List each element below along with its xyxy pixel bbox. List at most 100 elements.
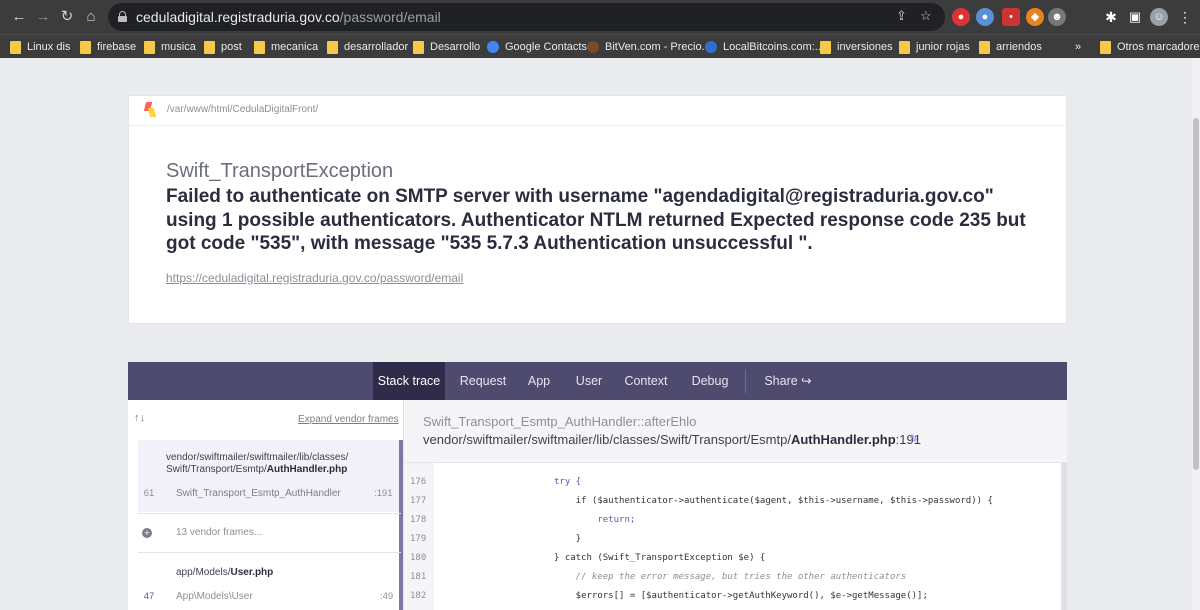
url-path: /password/email (339, 9, 441, 25)
request-url-link[interactable]: https://ceduladigital.registraduria.gov.… (166, 271, 463, 285)
line-number[interactable]: 181 (410, 572, 426, 582)
ignition-logo-icon (143, 102, 157, 118)
address-bar[interactable]: ceduladigital.registraduria.gov.co/passw… (108, 3, 945, 31)
folder-icon (254, 40, 265, 54)
code-line: } catch (Swift_TransportException $e) { (554, 553, 766, 563)
extensions-puzzle-icon[interactable]: ✱ (1102, 8, 1120, 26)
folder-icon (899, 40, 910, 54)
frame-divider (138, 513, 401, 514)
folder-icon (979, 40, 990, 54)
code-snippet: 176 177 178 179 180 181 182 try { if ($a… (404, 462, 1067, 610)
bookmark-item[interactable]: mecanica (254, 38, 318, 56)
forward-icon[interactable]: → (32, 6, 54, 28)
folder-icon (413, 40, 424, 54)
folder-icon (80, 40, 91, 54)
project-path: /var/www/html/CedulaDigitalFront/ (167, 104, 319, 115)
exception-message: Failed to authenticate on SMTP server wi… (166, 186, 1026, 254)
metamask-icon[interactable]: ◆ (1026, 8, 1044, 26)
url-text[interactable]: ceduladigital.registraduria.gov.co/passw… (136, 9, 441, 25)
profile-avatar[interactable]: ☺ (1150, 8, 1168, 26)
bookmark-item[interactable]: Otros marcadores (1100, 38, 1200, 56)
bookmark-item[interactable]: Linux dis (10, 38, 70, 56)
bookmarks-overflow[interactable]: » (1075, 38, 1081, 56)
line-number[interactable]: 177 (410, 496, 426, 506)
folder-icon (10, 40, 21, 54)
exception-header-card: /var/www/html/CedulaDigitalFront/ Swift_… (128, 95, 1067, 324)
share-page-icon[interactable]: ⇪ (896, 8, 907, 24)
tab-share[interactable]: Share ↪ (758, 362, 818, 400)
tab-stack-trace[interactable]: Stack trace (373, 362, 445, 400)
folder-icon (327, 40, 338, 54)
scrollbar-thumb[interactable] (1193, 118, 1199, 470)
selected-frame-indicator (399, 440, 403, 610)
code-line: if ($authenticator->authenticate($agent,… (554, 496, 993, 506)
frame-number: 47 (143, 591, 155, 602)
line-number[interactable]: 178 (410, 515, 426, 525)
extension-cat-icon[interactable]: ☻ (1048, 8, 1066, 26)
menu-kebab-icon[interactable]: ⋮ (1176, 8, 1194, 26)
bookmark-item[interactable]: Desarrollo (413, 38, 480, 56)
stack-frames-panel: ↑↓ Expand vendor frames vendor/swiftmail… (128, 400, 404, 610)
line-number[interactable]: 180 (410, 553, 426, 563)
expand-plus-icon[interactable]: + (142, 528, 152, 538)
tab-app[interactable]: App (521, 362, 557, 400)
code-class-method: Swift_Transport_Esmtp_AuthHandler::after… (423, 414, 697, 429)
bookmark-item[interactable]: inversiones (820, 38, 893, 56)
google-contacts-icon (487, 41, 499, 53)
bookmark-item[interactable]: desarrollador (327, 38, 408, 56)
home-icon[interactable]: ⌂ (80, 6, 102, 28)
bookmark-item[interactable]: firebase (80, 38, 136, 56)
edit-pencil-icon[interactable]: ✎ (909, 432, 919, 446)
bookmark-star-icon[interactable]: ☆ (920, 8, 932, 24)
code-line: try { (554, 477, 582, 487)
bookmark-item[interactable]: Google Contacts (487, 38, 587, 56)
browser-toolbar: ← → ↻ ⌂ ceduladigital.registraduria.gov.… (0, 0, 1200, 34)
vendor-frames-toggle[interactable]: 13 vendor frames... (176, 527, 262, 538)
code-scrollbar[interactable] (1061, 463, 1067, 610)
tab-request[interactable]: Request (453, 362, 513, 400)
sidepanel-icon[interactable]: ▣ (1126, 8, 1144, 26)
line-number[interactable]: 179 (410, 534, 426, 544)
frame-line-number: :191 (374, 488, 393, 499)
code-line: } (554, 534, 582, 544)
page-scrollbar[interactable] (1192, 58, 1200, 610)
code-comment: // keep the error message, but tries the… (554, 572, 907, 582)
extension-blue-icon[interactable]: ● (976, 8, 994, 26)
code-file-path: vendor/swiftmailer/swiftmailer/lib/class… (423, 432, 921, 447)
bookmarks-bar: Linux dis firebase musica post mecanica … (0, 34, 1200, 58)
line-number[interactable]: 182 (410, 591, 426, 601)
expand-vendor-frames-link[interactable]: Expand vendor frames (298, 414, 399, 425)
tab-context[interactable]: Context (620, 362, 672, 400)
code-line: return; (554, 515, 636, 525)
code-viewer: Swift_Transport_Esmtp_AuthHandler::after… (404, 400, 1067, 610)
bookmark-item[interactable]: LocalBitcoins.com:... (705, 38, 824, 56)
extension-badge-icon[interactable]: • (1002, 8, 1020, 26)
folder-icon (144, 40, 155, 54)
back-icon[interactable]: ← (8, 6, 30, 28)
url-host: ceduladigital.registraduria.gov.co (136, 9, 340, 25)
frame-line-number: :49 (380, 591, 394, 602)
share-label: Share (764, 374, 798, 388)
frame-class: App\Models\User (176, 591, 253, 602)
localbitcoins-icon (705, 41, 717, 53)
tab-bar: Stack trace Request App User Context Deb… (128, 362, 1067, 400)
bookmark-item[interactable]: musica (144, 38, 196, 56)
frame-class: Swift_Transport_Esmtp_AuthHandler (176, 488, 341, 499)
lock-icon (118, 11, 127, 22)
stack-frame-selected[interactable] (138, 440, 401, 512)
frame-sort-arrows-icon[interactable]: ↑↓ (134, 412, 145, 424)
tab-user[interactable]: User (571, 362, 607, 400)
frame-file-path[interactable]: app/Models/User.php (176, 567, 273, 578)
tab-debug[interactable]: Debug (686, 362, 734, 400)
bookmark-item[interactable]: BitVen.com - Precio... (587, 38, 711, 56)
frame-divider (138, 552, 401, 553)
extension-red-icon[interactable]: ● (952, 8, 970, 26)
bookmark-item[interactable]: post (204, 38, 242, 56)
folder-icon (820, 40, 831, 54)
reload-icon[interactable]: ↻ (56, 6, 78, 28)
bookmark-item[interactable]: junior rojas (899, 38, 970, 56)
line-number[interactable]: 176 (410, 477, 426, 487)
frame-number: 61 (143, 488, 155, 499)
folder-icon (1100, 40, 1111, 54)
bookmark-item[interactable]: arriendos (979, 38, 1042, 56)
